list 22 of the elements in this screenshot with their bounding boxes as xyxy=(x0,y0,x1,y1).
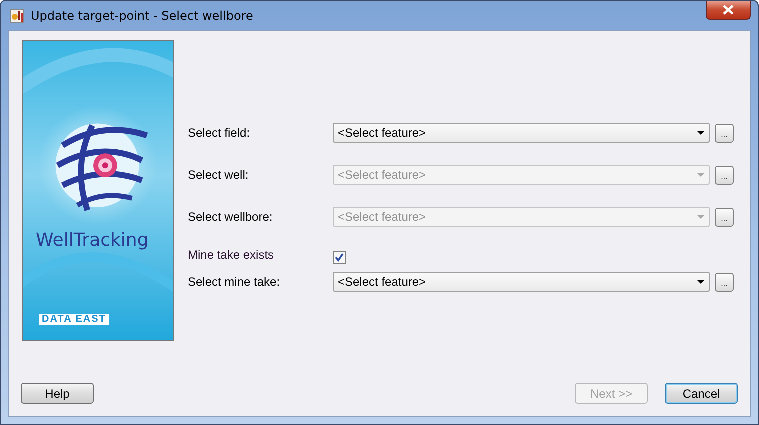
checkbox[interactable] xyxy=(333,250,346,264)
field-label: Select field: xyxy=(188,126,252,140)
browse-button[interactable]: ... xyxy=(715,124,734,142)
dropdown-arrow-icon xyxy=(697,215,705,219)
dropdown[interactable]: <Select feature> xyxy=(333,272,710,292)
dropdown-arrow-icon xyxy=(697,280,705,284)
dropdown[interactable]: <Select feature> xyxy=(333,123,710,143)
close-icon xyxy=(723,5,734,15)
app-icon xyxy=(10,8,25,24)
close-button[interactable] xyxy=(706,1,751,20)
field-label: Select wellbore: xyxy=(188,210,274,224)
field-label: Select mine take: xyxy=(188,275,282,289)
checkbox-label: Mine take exists xyxy=(188,248,276,262)
brand-logo-text: DATA EAST xyxy=(39,314,110,325)
dialog-button[interactable]: Help xyxy=(21,383,94,404)
window-title: Update target-point - Select wellbore xyxy=(31,8,254,22)
field-label: Select well: xyxy=(188,168,250,182)
dialog-button[interactable]: Cancel xyxy=(665,383,738,404)
product-logo-text: WellTracking xyxy=(36,230,149,251)
dropdown-arrow-icon xyxy=(697,173,705,177)
dropdown-arrow-icon xyxy=(697,131,705,135)
browse-button[interactable]: ... xyxy=(715,272,734,292)
